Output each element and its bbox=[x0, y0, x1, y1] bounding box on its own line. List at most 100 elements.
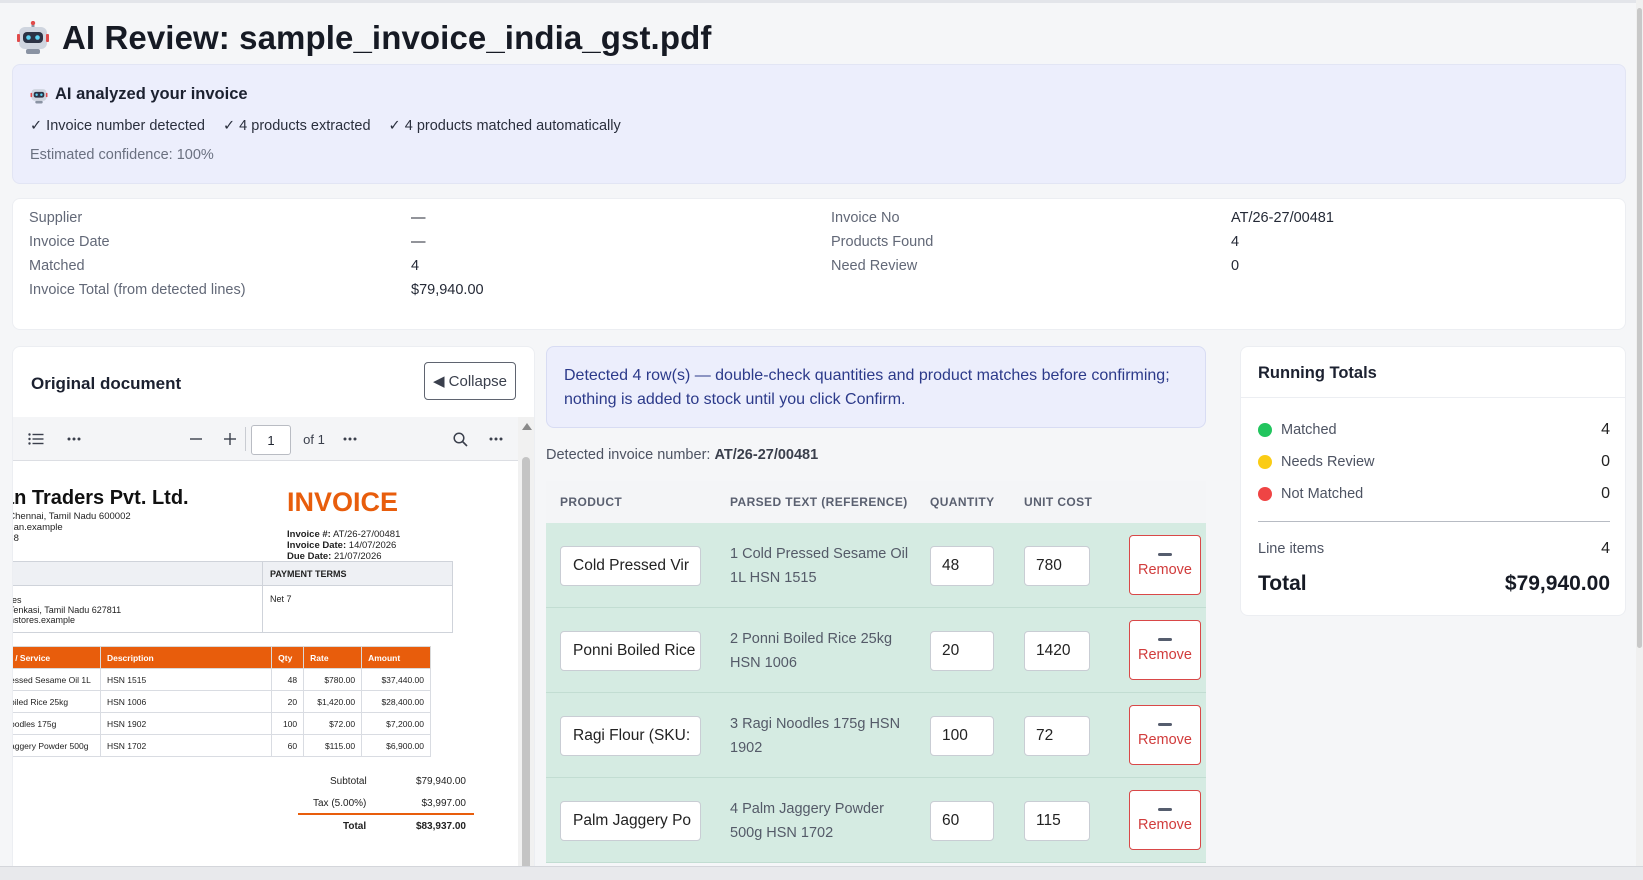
pdf-item-row: oodles 175g HSN 1902 100 $72.00 $7,200.0… bbox=[13, 712, 431, 735]
pdf-inv-no-label: Invoice #: bbox=[287, 529, 331, 540]
pdf-cell: HSN 1702 bbox=[99, 734, 273, 757]
grid-header: PRODUCT PARSED TEXT (REFERENCE) QUANTITY… bbox=[546, 481, 1206, 523]
page-of-label: of 1 bbox=[303, 431, 325, 447]
quantity-input[interactable]: 48 bbox=[930, 546, 994, 586]
table-row: Cold Pressed Vir 1 Cold Pressed Sesame O… bbox=[546, 523, 1206, 608]
pdf-cell: 20 bbox=[271, 690, 305, 713]
ai-heading: AI analyzed your invoice bbox=[30, 85, 248, 104]
detected-invoice-number: Detected invoice number: AT/26-27/00481 bbox=[546, 447, 818, 463]
pdf-cell: $72.00 bbox=[303, 712, 363, 735]
pdf-viewer[interactable]: an Traders Pvt. Ltd. , Chennai, Tamil Na… bbox=[13, 461, 518, 879]
zoom-out-icon[interactable] bbox=[183, 417, 209, 461]
ai-checks: ✓ Invoice number detected ✓ 4 products e… bbox=[30, 118, 621, 134]
total-row: Total $79,940.00 bbox=[1258, 569, 1610, 599]
unit-cost-input[interactable]: 115 bbox=[1024, 801, 1090, 841]
remove-label: Remove bbox=[1138, 731, 1192, 748]
invoice-no-label: Invoice No bbox=[831, 210, 900, 226]
ai-confidence: Estimated confidence: 100% bbox=[30, 147, 214, 163]
remove-button[interactable]: Remove bbox=[1129, 620, 1201, 680]
running-totals-panel: Running Totals Matched 4 Needs Review 0 … bbox=[1240, 346, 1626, 616]
pdf-col-header: Rate bbox=[303, 646, 363, 669]
page-scrollbar[interactable] bbox=[1636, 0, 1643, 866]
supplier-label: Supplier bbox=[29, 210, 83, 226]
remove-button[interactable]: Remove bbox=[1129, 705, 1201, 765]
pdf-payment-terms-label: PAYMENT TERMS bbox=[270, 569, 347, 579]
doc-panel-title: Original document bbox=[31, 374, 182, 393]
quantity-input[interactable]: 20 bbox=[930, 631, 994, 671]
product-input[interactable]: Cold Pressed Vir bbox=[560, 546, 701, 586]
minus-icon bbox=[1158, 552, 1172, 556]
col-header-quantity: QUANTITY bbox=[930, 495, 995, 509]
not-matched-count: 0 bbox=[1601, 485, 1610, 502]
pdf-tax-label: Tax (5.00%) bbox=[313, 798, 367, 809]
pdf-item-row: oiled Rice 25kg HSN 1006 20 $1,420.00 $2… bbox=[13, 690, 431, 713]
quantity-input[interactable]: 100 bbox=[930, 716, 994, 756]
line-items-count: 4 bbox=[1601, 540, 1610, 557]
pdf-cell: 100 bbox=[271, 712, 305, 735]
unit-cost-input[interactable]: 780 bbox=[1024, 546, 1090, 586]
ai-analysis-panel: AI analyzed your invoice ✓ Invoice numbe… bbox=[12, 64, 1626, 184]
col-header-product: PRODUCT bbox=[560, 495, 623, 509]
product-input[interactable]: Palm Jaggery Po bbox=[560, 801, 701, 841]
pdf-toolbar: 1 of 1 bbox=[13, 417, 518, 461]
page-scroll-thumb[interactable] bbox=[1637, 8, 1642, 648]
invoice-date-label: Invoice Date bbox=[29, 234, 110, 250]
products-found-value: 4 bbox=[1231, 234, 1240, 250]
zoom-in-icon[interactable] bbox=[217, 417, 243, 461]
scroll-up-icon[interactable] bbox=[522, 423, 532, 430]
matched-value: 4 bbox=[411, 258, 420, 274]
more-icon[interactable] bbox=[61, 417, 87, 461]
pdf-col-header: Qty bbox=[271, 646, 305, 669]
line-items-grid: PRODUCT PARSED TEXT (REFERENCE) QUANTITY… bbox=[546, 481, 1206, 880]
page-number-input[interactable]: 1 bbox=[251, 425, 291, 455]
more-icon[interactable] bbox=[337, 417, 363, 461]
pdf-scrollbar[interactable] bbox=[518, 417, 534, 879]
pdf-cell: HSN 1902 bbox=[99, 712, 273, 735]
not-matched-row: Not Matched 0 bbox=[1258, 483, 1610, 505]
needs-review-label: Needs Review bbox=[1281, 454, 1375, 470]
remove-label: Remove bbox=[1138, 561, 1192, 578]
total-value: $79,940.00 bbox=[1504, 572, 1610, 595]
needs-review-row: Needs Review 0 bbox=[1258, 451, 1610, 473]
pdf-net-terms: Net 7 bbox=[270, 594, 292, 604]
remove-button[interactable]: Remove bbox=[1129, 790, 1201, 850]
search-icon[interactable] bbox=[447, 417, 473, 461]
more-icon[interactable] bbox=[483, 417, 509, 461]
unit-cost-input[interactable]: 1420 bbox=[1024, 631, 1090, 671]
toolbar-divider bbox=[245, 427, 246, 451]
pdf-total-divider bbox=[298, 813, 474, 815]
pdf-inv-date-value: 14/07/2026 bbox=[346, 540, 397, 551]
page-title: AI Review: sample_invoice_india_gst.pdf bbox=[62, 19, 712, 56]
invoice-total-label: Invoice Total (from detected lines) bbox=[29, 282, 246, 298]
matched-label: Matched bbox=[1281, 422, 1337, 438]
not-matched-dot-icon bbox=[1258, 487, 1272, 501]
pdf-inv-no-value: AT/26-27/00481 bbox=[330, 529, 401, 540]
pdf-cell: essed Sesame Oil 1L bbox=[13, 668, 101, 691]
parsed-text: 4 Palm Jaggery Powder 500g HSN 1702 bbox=[730, 801, 884, 841]
pdf-col-header: t / Service bbox=[13, 646, 101, 669]
quantity-input[interactable]: 60 bbox=[930, 801, 994, 841]
needs-review-dot-icon bbox=[1258, 455, 1272, 469]
matched-row: Matched 4 bbox=[1258, 419, 1610, 441]
pdf-table-divider bbox=[262, 562, 263, 632]
pdf-cell: 48 bbox=[271, 668, 305, 691]
unit-cost-input[interactable]: 72 bbox=[1024, 716, 1090, 756]
matched-dot-icon bbox=[1258, 423, 1272, 437]
product-input[interactable]: Ponni Boiled Rice bbox=[560, 631, 701, 671]
collapse-button[interactable]: ◀ Collapse bbox=[424, 362, 516, 400]
page-header: AI Review: sample_invoice_india_gst.pdf bbox=[16, 16, 711, 60]
list-icon[interactable] bbox=[23, 417, 49, 461]
pdf-scroll-thumb[interactable] bbox=[522, 457, 530, 879]
remove-button[interactable]: Remove bbox=[1129, 535, 1201, 595]
ai-check-item: ✓ 4 products extracted bbox=[222, 118, 371, 134]
ai-check-item: ✓ Invoice number detected bbox=[30, 118, 205, 134]
divider bbox=[1241, 397, 1625, 398]
pdf-tax-value: $3,997.00 bbox=[421, 798, 467, 809]
pdf-bill-line: , Tenkasi, Tamil Nadu 627811 bbox=[13, 605, 122, 615]
pdf-cell: $115.00 bbox=[303, 734, 363, 757]
pdf-address-line: 288 bbox=[13, 533, 19, 544]
supplier-value: — bbox=[411, 210, 426, 226]
pdf-cell: $28,400.00 bbox=[361, 690, 431, 713]
product-input[interactable]: Ragi Flour (SKU: bbox=[560, 716, 701, 756]
pdf-subtotal-label: Subtotal bbox=[330, 776, 367, 787]
